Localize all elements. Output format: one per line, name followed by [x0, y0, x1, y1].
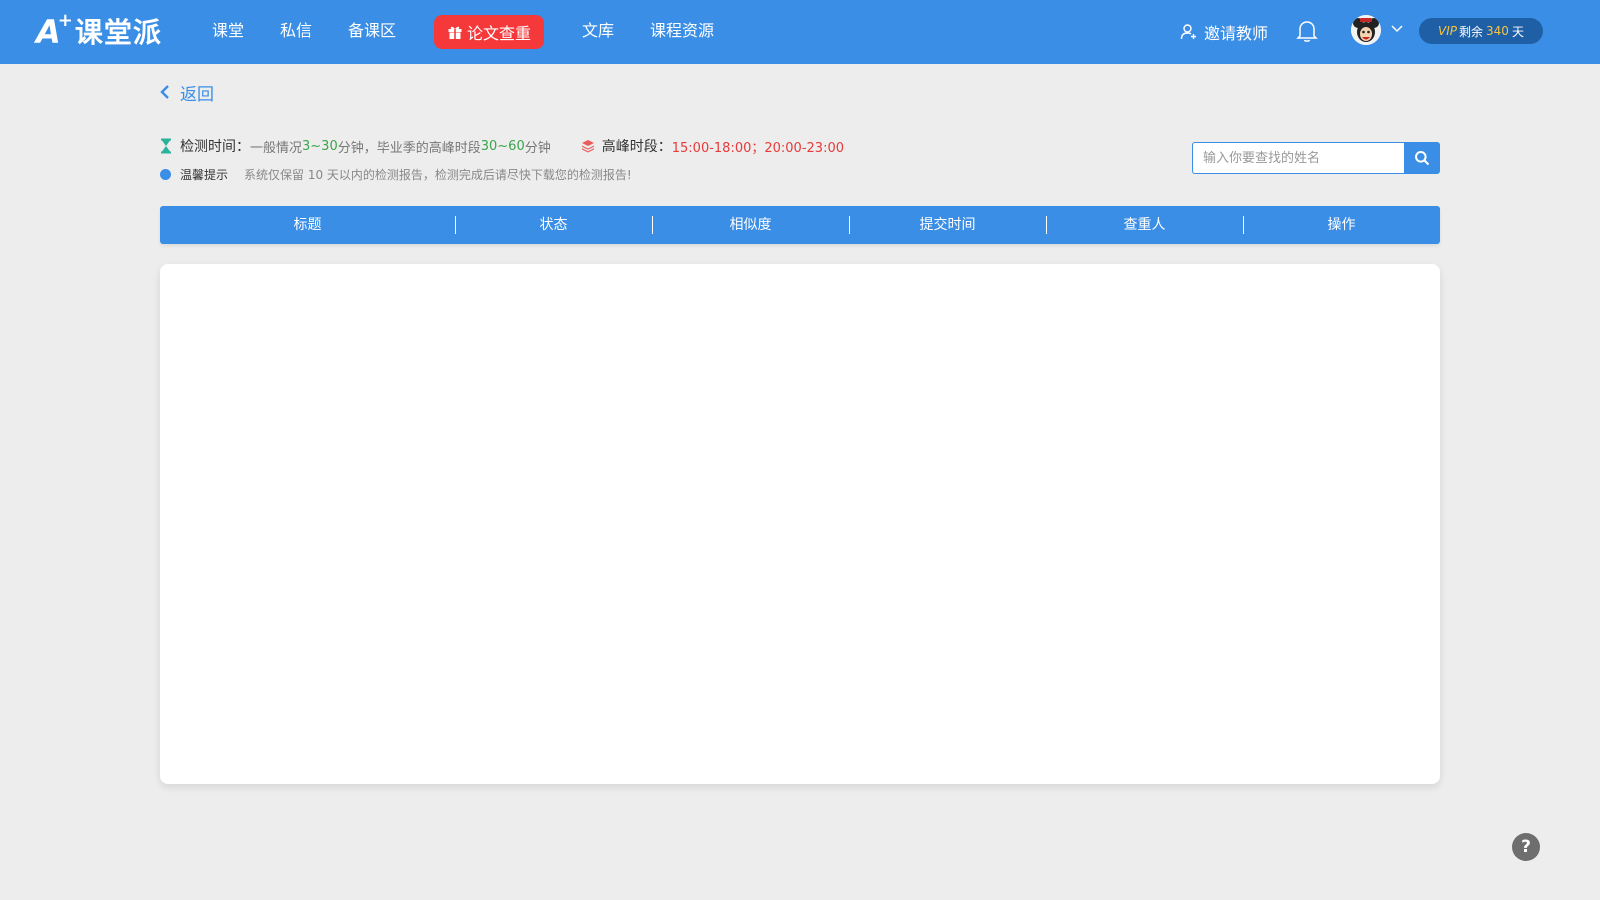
back-button[interactable]: 返回 [160, 80, 214, 105]
detect-time-text-2: 分钟，毕业季的高峰时段 [337, 140, 481, 156]
layers-icon [581, 140, 594, 153]
table-header: 标题 状态 相似度 提交时间 查重人 操作 [160, 206, 1440, 244]
nav-item-plagiarism-check[interactable]: 论文查重 [434, 15, 544, 49]
nav-item-lesson-prep[interactable]: 备课区 [348, 0, 396, 64]
nav-item-messages[interactable]: 私信 [280, 0, 312, 64]
peak-time-value: 15:00-18:00；20:00-23:00 [671, 140, 844, 156]
detect-time-text-1: 一般情况 [250, 140, 303, 156]
logo[interactable]: A + 课堂派 [36, 10, 162, 51]
user-add-icon [1180, 24, 1196, 40]
tip-text: 系统仅保留 10 天以内的检测报告，检测完成后请尽快下载您的检测报告! [244, 167, 632, 182]
back-label: 返回 [180, 84, 214, 105]
invite-teacher-button[interactable]: 邀请教师 [1180, 0, 1268, 64]
search-button[interactable] [1404, 142, 1440, 174]
invite-teacher-label: 邀请教师 [1204, 24, 1269, 43]
nav-item-plagiarism-label: 论文查重 [466, 24, 531, 43]
logo-plus: + [57, 10, 73, 31]
hourglass-icon [161, 138, 171, 154]
column-header-similarity[interactable]: 相似度 [652, 206, 849, 244]
peak-time-label: 高峰时段： [601, 139, 672, 155]
detect-time-text-3: 分钟 [524, 140, 551, 156]
avatar[interactable] [1351, 15, 1381, 45]
logo-name: 课堂派 [74, 16, 162, 49]
avatar-image [1351, 15, 1381, 45]
chevron-down-icon[interactable] [1390, 24, 1404, 34]
logo-letter: A [36, 13, 61, 51]
column-header-title[interactable]: 标题 [160, 206, 455, 244]
records-panel [160, 264, 1440, 784]
column-header-actions[interactable]: 操作 [1243, 206, 1440, 244]
nav-item-course-resources[interactable]: 课程资源 [650, 0, 714, 64]
bell-icon[interactable] [1296, 19, 1318, 43]
search-input[interactable] [1192, 142, 1404, 174]
nav-item-classroom[interactable]: 课堂 [212, 0, 244, 64]
detect-time-range-1: 3~30 [302, 138, 338, 154]
top-navigation-bar: A + 课堂派 课堂 私信 备课区 论文查重 文库 课程资源 邀请教师 VIP … [0, 0, 1600, 64]
gift-icon [448, 26, 462, 39]
column-header-submit-time[interactable]: 提交时间 [849, 206, 1046, 244]
vip-prefix: VIP [1438, 24, 1458, 38]
nav-item-library[interactable]: 文库 [582, 0, 614, 64]
tip-dot-icon [160, 168, 171, 180]
column-header-checker[interactable]: 查重人 [1046, 206, 1243, 244]
search-icon [1415, 151, 1430, 166]
column-header-status[interactable]: 状态 [455, 206, 652, 244]
detection-time-info: 检测时间： 一般情况 3~30 分钟，毕业季的高峰时段 30~60 分钟 高峰时… [160, 136, 844, 156]
vip-badge[interactable]: VIP 剩余 340 天 [1419, 18, 1543, 44]
vip-text-remaining: 剩余 [1459, 24, 1484, 39]
vip-text-days: 天 [1511, 24, 1524, 39]
tip-label: 温馨提示 [180, 167, 229, 182]
help-button[interactable]: ? [1512, 833, 1540, 861]
detect-time-label: 检测时间： [180, 139, 250, 155]
vip-days: 340 [1486, 24, 1509, 38]
detect-time-range-2: 30~60 [480, 138, 525, 154]
search-box [1192, 142, 1440, 174]
tips-info: 温馨提示 系统仅保留 10 天以内的检测报告，检测完成后请尽快下载您的检测报告! [160, 164, 632, 184]
chevron-left-icon [160, 85, 169, 99]
